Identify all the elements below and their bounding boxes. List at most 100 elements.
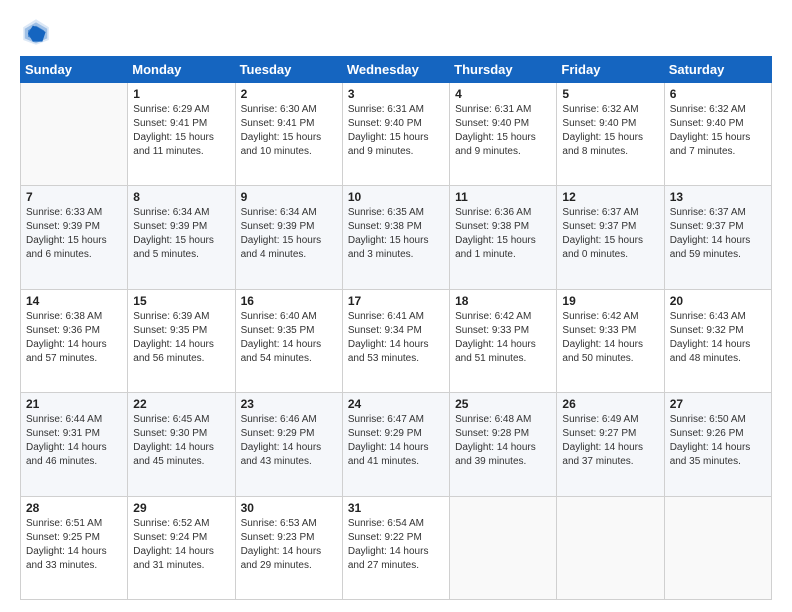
day-info: Sunrise: 6:38 AMSunset: 9:36 PMDaylight:… [26, 310, 122, 366]
day-number: 10 [348, 190, 444, 204]
calendar-cell: 21Sunrise: 6:44 AMSunset: 9:31 PMDayligh… [21, 393, 128, 496]
day-info: Sunrise: 6:32 AMSunset: 9:40 PMDaylight:… [562, 103, 658, 159]
calendar-cell: 19 Sunrise: 6:42 AMSunset: 9:33 PMDayligh… [557, 289, 664, 392]
calendar-cell: 8 Sunrise: 6:34 AMSunset: 9:39 PMDaylight… [128, 186, 235, 289]
calendar-cell: 27Sunrise: 6:50 AMSunset: 9:26 PMDayligh… [664, 393, 771, 496]
day-number: 8 [133, 190, 229, 204]
day-info: Sunrise: 6:47 AMSunset: 9:29 PMDaylight:… [348, 413, 444, 469]
calendar-cell: 9 Sunrise: 6:34 AMSunset: 9:39 PMDaylight… [235, 186, 342, 289]
calendar-cell [450, 496, 557, 599]
day-number: 14 [26, 294, 122, 308]
calendar-cell: 10 Sunrise: 6:35 AMSunset: 9:38 PMDayligh… [342, 186, 449, 289]
calendar-cell: 12 Sunrise: 6:37 AMSunset: 9:37 PMDayligh… [557, 186, 664, 289]
day-info: Sunrise: 6:29 AMSunset: 9:41 PMDaylight:… [133, 103, 229, 159]
day-number: 15 [133, 294, 229, 308]
day-info: Sunrise: 6:42 AMSunset: 9:33 PMDaylight:… [455, 310, 551, 366]
calendar-cell: 14 Sunrise: 6:38 AMSunset: 9:36 PMDayligh… [21, 289, 128, 392]
day-info: Sunrise: 6:49 AMSunset: 9:27 PMDaylight:… [562, 413, 658, 469]
day-number: 29 [133, 501, 229, 515]
day-info: Sunrise: 6:34 AMSunset: 9:39 PMDaylight:… [133, 206, 229, 262]
day-number: 25 [455, 397, 551, 411]
calendar-cell: 6Sunrise: 6:32 AMSunset: 9:40 PMDaylight… [664, 83, 771, 186]
day-number: 11 [455, 190, 551, 204]
day-info: Sunrise: 6:39 AMSunset: 9:35 PMDaylight:… [133, 310, 229, 366]
calendar-week-5: 28Sunrise: 6:51 AMSunset: 9:25 PMDayligh… [21, 496, 772, 599]
calendar-week-4: 21Sunrise: 6:44 AMSunset: 9:31 PMDayligh… [21, 393, 772, 496]
day-number: 2 [241, 87, 337, 101]
calendar-header-saturday: Saturday [664, 57, 771, 83]
calendar-header-friday: Friday [557, 57, 664, 83]
calendar-cell: 5 Sunrise: 6:32 AMSunset: 9:40 PMDaylight… [557, 83, 664, 186]
calendar-cell: 17Sunrise: 6:41 AMSunset: 9:34 PMDayligh… [342, 289, 449, 392]
calendar-cell: 1 Sunrise: 6:29 AMSunset: 9:41 PMDaylight… [128, 83, 235, 186]
calendar-cell [664, 496, 771, 599]
day-info: Sunrise: 6:53 AMSunset: 9:23 PMDaylight:… [241, 517, 337, 573]
day-number: 4 [455, 87, 551, 101]
calendar-cell: 7Sunrise: 6:33 AMSunset: 9:39 PMDaylight… [21, 186, 128, 289]
day-info: Sunrise: 6:46 AMSunset: 9:29 PMDaylight:… [241, 413, 337, 469]
page: SundayMondayTuesdayWednesdayThursdayFrid… [0, 0, 792, 612]
calendar-cell: 26 Sunrise: 6:49 AMSunset: 9:27 PMDayligh… [557, 393, 664, 496]
header [20, 16, 772, 48]
day-info: Sunrise: 6:31 AMSunset: 9:40 PMDaylight:… [348, 103, 444, 159]
day-number: 26 [562, 397, 658, 411]
day-info: Sunrise: 6:30 AMSunset: 9:41 PMDaylight:… [241, 103, 337, 159]
day-info: Sunrise: 6:42 AMSunset: 9:33 PMDaylight:… [562, 310, 658, 366]
day-number: 28 [26, 501, 122, 515]
day-number: 18 [455, 294, 551, 308]
day-number: 22 [133, 397, 229, 411]
day-number: 31 [348, 501, 444, 515]
calendar-cell: 16 Sunrise: 6:40 AMSunset: 9:35 PMDayligh… [235, 289, 342, 392]
day-info: Sunrise: 6:37 AMSunset: 9:37 PMDaylight:… [670, 206, 766, 262]
calendar-cell: 23 Sunrise: 6:46 AMSunset: 9:29 PMDayligh… [235, 393, 342, 496]
day-number: 3 [348, 87, 444, 101]
day-info: Sunrise: 6:48 AMSunset: 9:28 PMDaylight:… [455, 413, 551, 469]
logo [20, 16, 56, 48]
day-info: Sunrise: 6:35 AMSunset: 9:38 PMDaylight:… [348, 206, 444, 262]
day-info: Sunrise: 6:52 AMSunset: 9:24 PMDaylight:… [133, 517, 229, 573]
day-number: 16 [241, 294, 337, 308]
day-number: 13 [670, 190, 766, 204]
calendar-week-1: 1 Sunrise: 6:29 AMSunset: 9:41 PMDaylight… [21, 83, 772, 186]
day-number: 5 [562, 87, 658, 101]
day-info: Sunrise: 6:33 AMSunset: 9:39 PMDaylight:… [26, 206, 122, 262]
day-number: 17 [348, 294, 444, 308]
calendar-cell: 13 Sunrise: 6:37 AMSunset: 9:37 PMDayligh… [664, 186, 771, 289]
day-number: 23 [241, 397, 337, 411]
calendar-cell: 18 Sunrise: 6:42 AMSunset: 9:33 PMDayligh… [450, 289, 557, 392]
calendar-cell: 3 Sunrise: 6:31 AMSunset: 9:40 PMDaylight… [342, 83, 449, 186]
day-info: Sunrise: 6:44 AMSunset: 9:31 PMDaylight:… [26, 413, 122, 469]
day-info: Sunrise: 6:37 AMSunset: 9:37 PMDaylight:… [562, 206, 658, 262]
calendar-cell: 30 Sunrise: 6:53 AMSunset: 9:23 PMDayligh… [235, 496, 342, 599]
calendar-cell: 20 Sunrise: 6:43 AMSunset: 9:32 PMDayligh… [664, 289, 771, 392]
calendar-cell: 2 Sunrise: 6:30 AMSunset: 9:41 PMDaylight… [235, 83, 342, 186]
calendar-cell: 29 Sunrise: 6:52 AMSunset: 9:24 PMDayligh… [128, 496, 235, 599]
day-number: 9 [241, 190, 337, 204]
calendar-cell: 15 Sunrise: 6:39 AMSunset: 9:35 PMDayligh… [128, 289, 235, 392]
calendar-cell: 24Sunrise: 6:47 AMSunset: 9:29 PMDayligh… [342, 393, 449, 496]
day-info: Sunrise: 6:40 AMSunset: 9:35 PMDaylight:… [241, 310, 337, 366]
day-number: 19 [562, 294, 658, 308]
day-number: 20 [670, 294, 766, 308]
calendar-header-wednesday: Wednesday [342, 57, 449, 83]
calendar-week-3: 14 Sunrise: 6:38 AMSunset: 9:36 PMDayligh… [21, 289, 772, 392]
day-info: Sunrise: 6:36 AMSunset: 9:38 PMDaylight:… [455, 206, 551, 262]
day-info: Sunrise: 6:45 AMSunset: 9:30 PMDaylight:… [133, 413, 229, 469]
day-info: Sunrise: 6:34 AMSunset: 9:39 PMDaylight:… [241, 206, 337, 262]
day-number: 30 [241, 501, 337, 515]
calendar-cell: 11 Sunrise: 6:36 AMSunset: 9:38 PMDayligh… [450, 186, 557, 289]
calendar-header-monday: Monday [128, 57, 235, 83]
calendar-cell: 4Sunrise: 6:31 AMSunset: 9:40 PMDaylight… [450, 83, 557, 186]
day-number: 12 [562, 190, 658, 204]
day-number: 1 [133, 87, 229, 101]
calendar-cell [557, 496, 664, 599]
calendar-header-row: SundayMondayTuesdayWednesdayThursdayFrid… [21, 57, 772, 83]
calendar-cell: 28Sunrise: 6:51 AMSunset: 9:25 PMDayligh… [21, 496, 128, 599]
calendar-cell [21, 83, 128, 186]
day-info: Sunrise: 6:43 AMSunset: 9:32 PMDaylight:… [670, 310, 766, 366]
calendar-cell: 25 Sunrise: 6:48 AMSunset: 9:28 PMDayligh… [450, 393, 557, 496]
calendar-table: SundayMondayTuesdayWednesdayThursdayFrid… [20, 56, 772, 600]
logo-icon [20, 16, 52, 48]
calendar-header-thursday: Thursday [450, 57, 557, 83]
day-info: Sunrise: 6:32 AMSunset: 9:40 PMDaylight:… [670, 103, 766, 159]
